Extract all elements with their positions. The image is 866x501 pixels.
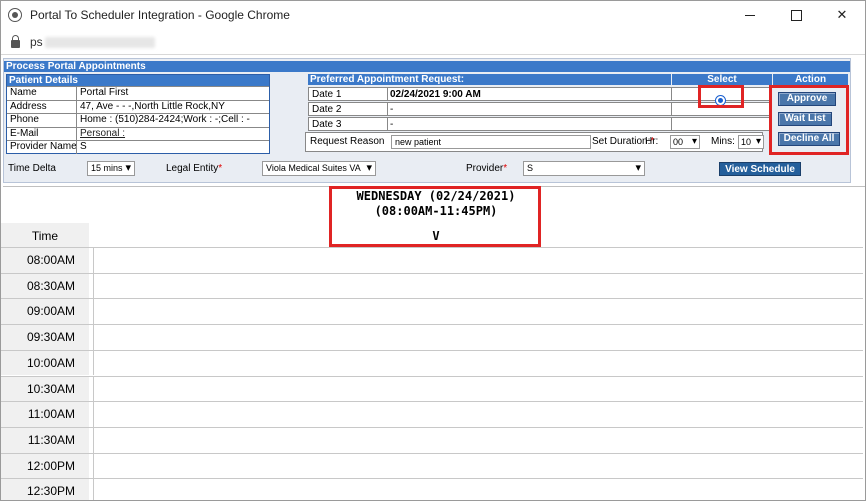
chrome-app-icon	[8, 8, 22, 22]
time-slot-cell[interactable]	[93, 273, 863, 299]
date-label: Date 2	[312, 104, 342, 115]
time-slot-row[interactable]: 10:00AM	[1, 349, 863, 376]
time-slot-label: 10:30AM	[1, 376, 89, 402]
patient-row-provider: Provider Name S	[7, 140, 269, 154]
date-value: -	[390, 119, 394, 130]
hr-label: Hr:	[645, 136, 659, 147]
legal-entity-label: Legal Entity*	[166, 163, 223, 174]
time-slot-label: 12:30PM	[1, 479, 89, 500]
url-redacted	[44, 36, 155, 48]
request-reason-label: Request Reason	[310, 136, 385, 147]
time-slot-cell[interactable]	[93, 299, 863, 325]
patient-details-header: Patient Details	[7, 75, 269, 86]
highlight-day	[329, 186, 541, 247]
time-slot-label: 08:00AM	[1, 248, 89, 273]
time-slot-row[interactable]: 08:00AM	[1, 247, 863, 273]
provider-label: Provider*	[466, 163, 508, 174]
time-slot-label: 09:30AM	[1, 325, 89, 350]
select-header: Select	[672, 74, 772, 85]
time-slot-cell[interactable]	[93, 479, 863, 500]
patient-details: Patient Details Name Portal First Addres…	[6, 74, 270, 154]
time-delta-select[interactable]: 15 mins	[87, 161, 135, 176]
time-slot-row[interactable]: 12:30PM	[1, 478, 863, 500]
legal-entity-select[interactable]: Viola Medical Suites VA	[262, 161, 376, 176]
patient-value: 47, Ave - - -,North Little Rock,NY	[80, 100, 225, 112]
time-slot-cell[interactable]	[93, 325, 863, 350]
time-slot-row[interactable]: 08:30AM	[1, 272, 863, 299]
time-slot-label: 09:00AM	[1, 299, 89, 325]
patient-row-email: E-Mail Personal :	[7, 126, 269, 141]
time-slot-row[interactable]: 09:30AM	[1, 324, 863, 350]
date-value: -	[390, 104, 394, 115]
mins-label: Mins:	[711, 136, 735, 147]
patient-row-name: Name Portal First	[7, 86, 269, 100]
request-header: Preferred Appointment Request:	[308, 74, 671, 85]
patient-label: Address	[7, 100, 77, 113]
time-slot-cell[interactable]	[93, 427, 863, 453]
patient-value: Portal First	[80, 87, 129, 98]
date-label: Date 3	[312, 119, 342, 130]
date-value: 02/24/2021 9:00 AM	[390, 89, 481, 100]
time-slot-row[interactable]: 12:00PM	[1, 452, 863, 479]
provider-select[interactable]: S	[523, 161, 645, 176]
time-slot-cell[interactable]	[93, 402, 863, 427]
action-header: Action	[773, 74, 848, 85]
browser-window: Portal To Scheduler Integration - Google…	[0, 0, 866, 501]
close-button[interactable]: ✕	[819, 1, 865, 29]
time-slot-cell[interactable]	[93, 350, 863, 376]
hr-select[interactable]: 00	[670, 135, 700, 149]
time-slot-cell[interactable]	[93, 248, 863, 273]
window-controls: ✕	[727, 1, 865, 29]
url-text[interactable]: ps	[30, 35, 155, 49]
time-slot-row[interactable]: 09:00AM	[1, 298, 863, 325]
time-slot-label: 10:00AM	[1, 350, 89, 376]
time-slot-cell[interactable]	[93, 453, 863, 479]
time-slot-label: 08:30AM	[1, 273, 89, 299]
patient-label: Provider Name	[7, 141, 77, 154]
time-header-label: Time	[31, 229, 59, 243]
maximize-button[interactable]	[773, 1, 819, 29]
time-slot-label: 11:00AM	[1, 402, 89, 427]
mins-select[interactable]: 10	[738, 135, 764, 149]
time-slot-row[interactable]: 11:30AM	[1, 426, 863, 453]
patient-value: Home : (510)284-2424;Work : -;Cell : -	[80, 114, 250, 125]
patient-label: E-Mail	[7, 127, 77, 140]
date-row-3: Date 3 -	[308, 117, 771, 131]
patient-row-address: Address 47, Ave - - -,North Little Rock,…	[7, 99, 269, 113]
time-slot-label: 11:30AM	[1, 427, 89, 453]
patient-value: S	[80, 141, 87, 152]
time-delta-label: Time Delta	[8, 163, 56, 174]
view-schedule-button[interactable]: View Schedule	[719, 162, 801, 176]
window-title: Portal To Scheduler Integration - Google…	[30, 8, 290, 22]
request-reason-row: Request Reason new patient Set Duration:…	[305, 132, 764, 152]
address-bar[interactable]: ps	[1, 29, 865, 55]
highlight-actions	[769, 85, 849, 155]
panel-title: Process Portal Appointments	[4, 61, 850, 72]
patient-row-phone: Phone Home : (510)284-2424;Work : -;Cell…	[7, 113, 269, 127]
minimize-button[interactable]	[727, 1, 773, 29]
email-link[interactable]: Personal :	[77, 128, 269, 141]
title-bar: Portal To Scheduler Integration - Google…	[1, 1, 865, 29]
date-label: Date 1	[312, 89, 342, 100]
time-slot-row[interactable]: 10:30AM	[1, 375, 863, 402]
lock-icon	[11, 34, 20, 48]
time-slot-row[interactable]: 11:00AM	[1, 401, 863, 427]
patient-label: Name	[7, 87, 77, 100]
highlight-select	[698, 85, 744, 108]
time-slot-cell[interactable]	[93, 376, 863, 402]
patient-label: Phone	[7, 114, 77, 127]
request-reason-input[interactable]: new patient	[391, 135, 591, 149]
time-slot-label: 12:00PM	[1, 453, 89, 479]
